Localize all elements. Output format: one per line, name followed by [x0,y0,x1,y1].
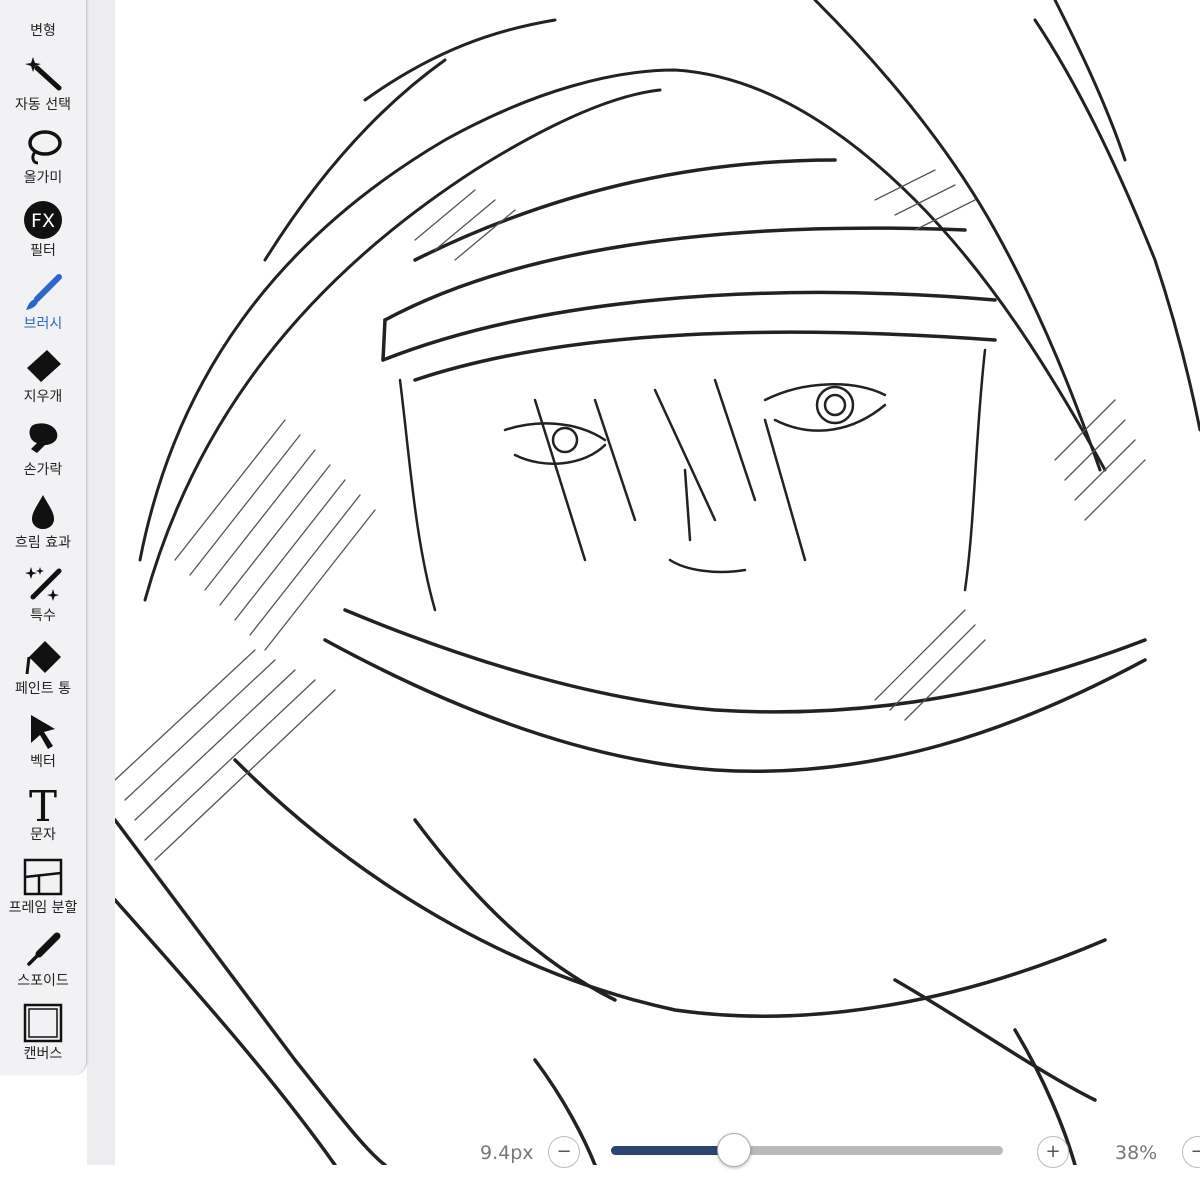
svg-text:FX: FX [31,210,55,232]
filter-fx-icon: FX [23,200,63,240]
tool-lasso[interactable]: 올가미 [0,127,86,197]
tool-blur-label: 흐림 효과 [15,535,71,551]
transform-icon [23,0,63,20]
tool-smudge[interactable]: 손가락 [0,419,86,489]
zoom-out-button[interactable]: − [1182,1136,1200,1168]
eyedropper-icon [23,930,63,970]
tool-magic-wand[interactable]: 자동 선택 [0,54,86,124]
frame-divider-icon [23,857,63,897]
tool-frame-divider-label: 프레임 분할 [8,900,78,916]
lasso-icon [23,127,63,167]
tool-canvas[interactable]: 캔버스 [0,1003,86,1073]
brush-size-readout: 9.4px [480,1142,534,1164]
canvas-icon [23,1003,63,1043]
magic-wand-icon [23,54,63,94]
tool-eraser[interactable]: 지우개 [0,346,86,416]
tool-sidebar: 변형 자동 선택 올가미 FX 필터 브러시 지우개 손가락 흐림 효과 특수 … [0,0,87,1075]
tool-filter-label: 필터 [30,243,56,259]
tool-brush-label: 브러시 [23,316,63,332]
tool-transform-label: 변형 [30,23,56,39]
tool-smudge-label: 손가락 [23,462,63,478]
tool-canvas-label: 캔버스 [23,1046,63,1062]
brush-size-increase-button[interactable]: + [1037,1136,1069,1168]
tool-frame-divider[interactable]: 프레임 분할 [0,857,86,927]
special-sparkle-icon [23,565,63,605]
tool-paint-bucket-label: 페인트 통 [15,681,71,697]
tool-eyedropper[interactable]: 스포이드 [0,930,86,1000]
blur-drop-icon [23,492,63,532]
tool-special[interactable]: 특수 [0,565,86,635]
tool-eraser-label: 지우개 [23,389,63,405]
brush-size-slider-handle[interactable] [717,1133,751,1167]
brush-size-slider-fill [611,1146,733,1155]
brush-settings-bar: 9.4px − + 38% − [470,1128,1200,1178]
brush-icon [23,273,63,313]
tool-magic-wand-label: 자동 선택 [15,97,71,113]
paint-bucket-icon [23,638,63,678]
zoom-level-readout: 38% [1115,1142,1158,1164]
tool-text-label: 문자 [30,827,56,843]
brush-size-slider[interactable] [611,1133,1003,1167]
vector-arrow-icon [23,711,63,751]
smudge-finger-icon [23,419,63,459]
toolbar-gutter [87,0,115,1165]
tool-transform[interactable]: 변형 [0,0,86,50]
eraser-icon [23,346,63,386]
tool-blur[interactable]: 흐림 효과 [0,492,86,562]
tool-brush[interactable]: 브러시 [0,273,86,343]
svg-text:T: T [29,784,57,824]
text-icon: T [23,784,63,824]
sketch-artwork [115,0,1200,1165]
tool-lasso-label: 올가미 [23,170,63,186]
tool-filter[interactable]: FX 필터 [0,200,86,270]
tool-eyedropper-label: 스포이드 [17,973,69,989]
tool-special-label: 특수 [30,608,56,624]
drawing-canvas[interactable] [115,0,1200,1165]
tool-paint-bucket[interactable]: 페인트 통 [0,638,86,708]
tool-vector[interactable]: 벡터 [0,711,86,781]
brush-size-decrease-button[interactable]: − [548,1136,580,1168]
tool-text[interactable]: T 문자 [0,784,86,854]
tool-vector-label: 벡터 [30,754,56,770]
